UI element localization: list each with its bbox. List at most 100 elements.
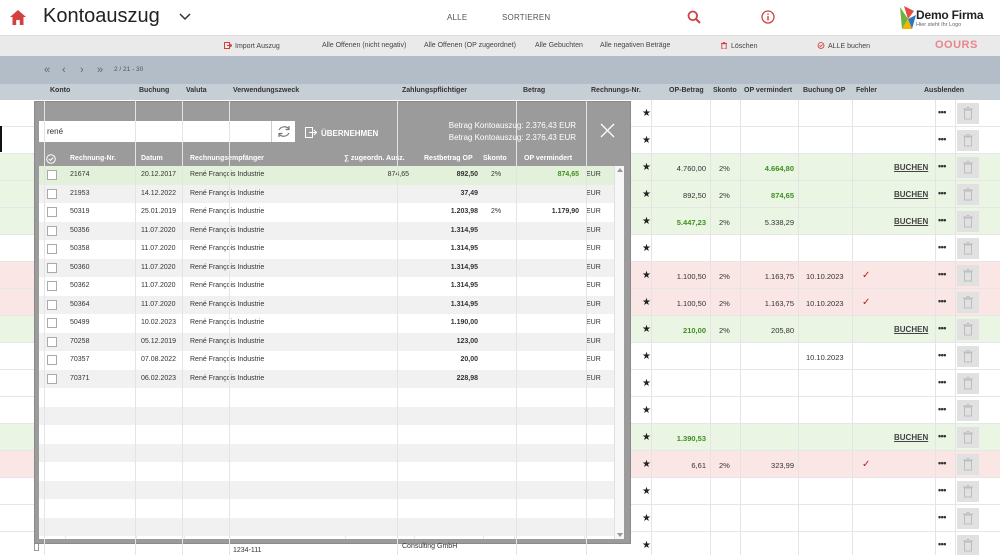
star-icon[interactable]: ★: [642, 486, 651, 497]
refresh-button[interactable]: [271, 121, 295, 142]
star-icon[interactable]: ★: [642, 270, 651, 281]
star-icon[interactable]: ★: [642, 108, 651, 119]
row-checkbox[interactable]: [47, 299, 57, 310]
row-checkbox[interactable]: [47, 355, 57, 365]
hide-row-button[interactable]: [957, 157, 979, 178]
home-icon[interactable]: [10, 10, 26, 25]
hide-row-button[interactable]: [957, 211, 979, 232]
more-options-icon[interactable]: •••: [938, 512, 946, 522]
hide-row-button[interactable]: [957, 373, 979, 394]
hide-row-button[interactable]: [957, 265, 979, 286]
invoice-row[interactable]: 70258 05.12.2019 René François Industrie 12…: [39, 332, 614, 351]
col-valuta[interactable]: Valuta: [186, 87, 207, 94]
row-checkbox[interactable]: [47, 318, 57, 328]
close-icon[interactable]: [600, 123, 615, 138]
hide-row-button[interactable]: [957, 103, 979, 124]
chevron-down-icon[interactable]: [179, 12, 191, 21]
hide-row-button[interactable]: [957, 130, 979, 151]
more-options-icon[interactable]: •••: [938, 323, 946, 333]
import-statement-button[interactable]: Import Auszug: [224, 42, 280, 50]
star-icon[interactable]: ★: [642, 540, 651, 551]
filter-booked[interactable]: Alle Gebuchten: [535, 42, 583, 49]
hide-row-button[interactable]: [957, 481, 979, 502]
book-button[interactable]: BUCHEN: [894, 217, 928, 226]
col-fehler[interactable]: Fehler: [856, 87, 877, 94]
more-options-icon[interactable]: •••: [938, 161, 946, 171]
row-checkbox[interactable]: [47, 225, 57, 236]
invoice-row[interactable]: 70371 06.02.2023 René François Industrie 22…: [39, 369, 614, 388]
row-checkbox[interactable]: [47, 244, 57, 254]
invoice-row[interactable]: 70357 07.08.2022 René François Industrie 20…: [39, 351, 614, 370]
hide-row-button[interactable]: [957, 400, 979, 421]
filter-open-assigned[interactable]: Alle Offenen (OP zugeordnet): [424, 42, 516, 49]
row-checkbox[interactable]: [47, 207, 57, 217]
star-icon[interactable]: ★: [642, 297, 651, 308]
col-buchung[interactable]: Buchung: [139, 87, 169, 94]
more-options-icon[interactable]: •••: [938, 485, 946, 495]
more-options-icon[interactable]: •••: [938, 539, 946, 549]
star-icon[interactable]: ★: [642, 405, 651, 416]
filter-negative[interactable]: Alle negativen Beträge: [600, 42, 670, 49]
star-icon[interactable]: ★: [642, 243, 651, 254]
more-options-icon[interactable]: •••: [938, 107, 946, 117]
more-options-icon[interactable]: •••: [938, 188, 946, 198]
row-checkbox[interactable]: [47, 281, 57, 291]
col-op-vermindert[interactable]: OP vermindert: [744, 87, 792, 94]
more-options-icon[interactable]: •••: [938, 458, 946, 468]
row-checkbox[interactable]: [47, 262, 57, 273]
hide-row-button[interactable]: [957, 184, 979, 205]
scroll-up-icon[interactable]: [617, 168, 623, 172]
hide-row-button[interactable]: [957, 319, 979, 340]
ocol-rechnung-nr[interactable]: Rechnung-Nr.: [70, 155, 116, 162]
accept-button[interactable]: ÜBERNEHMEN: [305, 127, 378, 138]
invoice-row[interactable]: 50358 11.07.2020 René François Industrie 1.…: [39, 240, 614, 259]
star-icon[interactable]: ★: [642, 324, 651, 335]
book-button[interactable]: BUCHEN: [894, 190, 928, 199]
book-button[interactable]: BUCHEN: [894, 325, 928, 334]
more-options-icon[interactable]: •••: [938, 215, 946, 225]
ocol-zugeordnet[interactable]: ∑ zugeordn. Ausz.: [344, 155, 405, 162]
first-page-button[interactable]: «: [44, 64, 50, 76]
star-icon[interactable]: ★: [642, 216, 651, 227]
more-options-icon[interactable]: •••: [938, 404, 946, 414]
book-button[interactable]: BUCHEN: [894, 433, 928, 442]
star-icon[interactable]: ★: [642, 135, 651, 146]
col-op-betrag[interactable]: OP-Betrag: [669, 87, 704, 94]
more-options-icon[interactable]: •••: [938, 296, 946, 306]
hide-row-button[interactable]: [957, 346, 979, 367]
row-checkbox[interactable]: [47, 188, 57, 199]
hide-row-button[interactable]: [957, 535, 979, 555]
ocol-op-vermindert[interactable]: OP vermindert: [524, 155, 572, 162]
ocol-datum[interactable]: Datum: [141, 155, 163, 162]
prev-page-button[interactable]: ‹: [62, 64, 66, 76]
col-ausblenden[interactable]: Ausblenden: [924, 87, 964, 94]
select-all-icon[interactable]: [46, 154, 56, 164]
col-zahlungspflichtiger[interactable]: Zahlungspflichtiger: [402, 87, 467, 94]
invoice-row[interactable]: 50362 11.07.2020 René François Industrie 1.…: [39, 277, 614, 296]
star-icon[interactable]: ★: [642, 459, 651, 470]
hide-row-button[interactable]: [957, 508, 979, 529]
more-options-icon[interactable]: •••: [938, 134, 946, 144]
star-icon[interactable]: ★: [642, 351, 651, 362]
invoice-row[interactable]: 50356 11.07.2020 René François Industrie 1.…: [39, 221, 614, 240]
next-page-button[interactable]: ›: [80, 64, 84, 76]
search-icon[interactable]: [687, 10, 701, 24]
row-checkbox[interactable]: [47, 373, 57, 384]
star-icon[interactable]: ★: [642, 162, 651, 173]
star-icon[interactable]: ★: [642, 378, 651, 389]
hide-row-button[interactable]: [957, 454, 979, 475]
more-options-icon[interactable]: •••: [938, 431, 946, 441]
ocol-restbetrag[interactable]: Restbetrag OP: [424, 155, 473, 162]
more-options-icon[interactable]: •••: [938, 377, 946, 387]
nav-sort[interactable]: SORTIEREN: [502, 13, 550, 22]
hide-row-button[interactable]: [957, 292, 979, 313]
invoice-row[interactable]: 21674 20.12.2017 René François Industrie 87…: [39, 166, 614, 185]
hide-row-button[interactable]: [957, 238, 979, 259]
col-betrag[interactable]: Betrag: [523, 87, 545, 94]
invoice-row[interactable]: 50360 11.07.2020 René François Industrie 1.…: [39, 258, 614, 277]
invoice-row[interactable]: 21953 14.12.2022 René François Industrie 37…: [39, 184, 614, 203]
more-options-icon[interactable]: •••: [938, 269, 946, 279]
col-skonto[interactable]: Skonto: [713, 87, 737, 94]
info-icon[interactable]: [761, 10, 775, 24]
filter-open-not-negative[interactable]: Alle Offenen (nicht negativ): [322, 42, 406, 49]
